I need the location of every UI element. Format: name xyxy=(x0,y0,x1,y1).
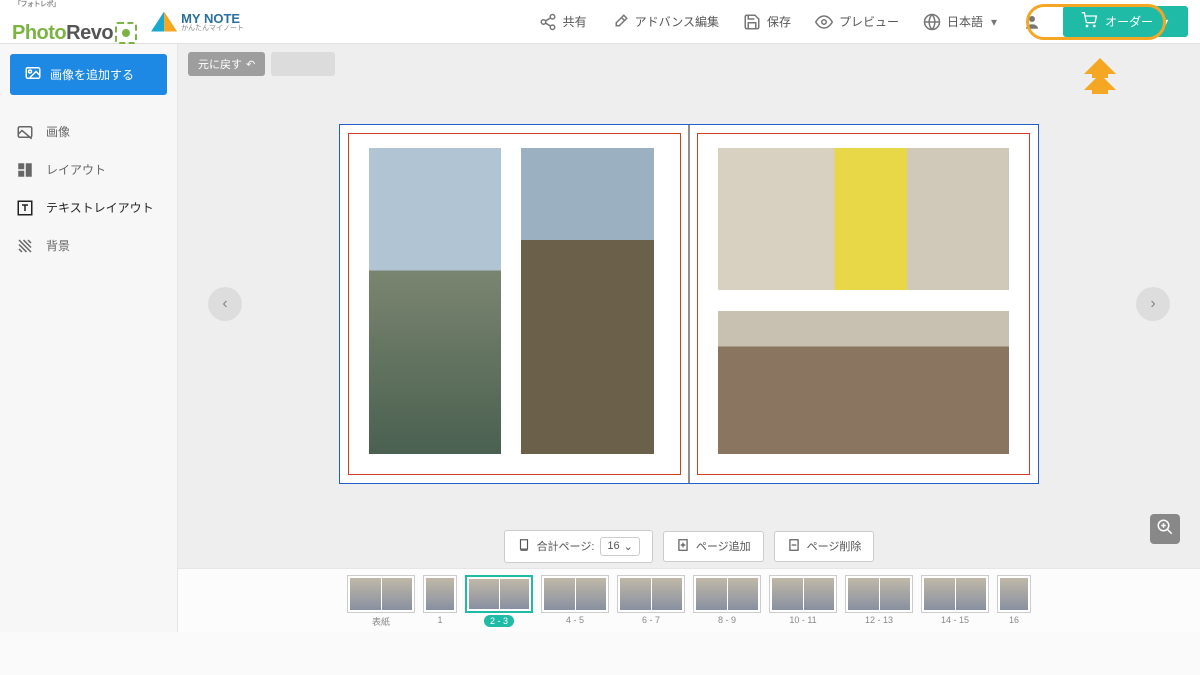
caret-down-icon: ▼ xyxy=(1161,17,1170,27)
thumbnail-label: 表紙 xyxy=(372,615,390,628)
photo-slot[interactable] xyxy=(718,311,1009,454)
add-page-button[interactable]: ページ追加 xyxy=(663,531,764,562)
chevron-down-icon: ▾ xyxy=(989,13,999,31)
page-spread[interactable] xyxy=(339,124,1039,484)
thumbnail[interactable]: 表紙 xyxy=(347,575,415,628)
camera-icon xyxy=(115,22,137,44)
header: 「フォトレボ」 PhotoRevo MY NOTE かんたんマイノート 共有 ア… xyxy=(0,0,1200,44)
thumbnail-label: 10 - 11 xyxy=(789,615,816,625)
thumbnail-label: 4 - 5 xyxy=(566,615,584,625)
user-icon xyxy=(1023,13,1041,31)
add-photo-icon xyxy=(24,64,42,85)
language-button[interactable]: 日本語 ▾ xyxy=(911,0,1011,44)
next-page-button[interactable]: › xyxy=(1136,287,1170,321)
right-page[interactable] xyxy=(697,133,1030,475)
share-button[interactable]: 共有 xyxy=(527,0,599,44)
thumbnail-label: 16 xyxy=(1009,615,1019,625)
main: 画像を追加する 画像 レイアウト テキストレイアウト 背景 元に戻す ↶ xyxy=(0,44,1200,632)
thumbnail[interactable]: 14 - 15 xyxy=(921,575,989,625)
layout-icon xyxy=(16,161,34,179)
thumbnail[interactable]: 8 - 9 xyxy=(693,575,761,625)
thumbnail-image xyxy=(423,575,457,613)
thumbnail-label: 8 - 9 xyxy=(718,615,736,625)
mynote-logo[interactable]: MY NOTE かんたんマイノート xyxy=(151,12,244,32)
chevron-down-icon: ⌄ xyxy=(624,540,633,553)
thumbnail-image xyxy=(347,575,415,613)
thumbnail-label: 12 - 13 xyxy=(865,615,893,625)
pages-icon xyxy=(517,538,531,555)
advanced-edit-button[interactable]: アドバンス編集 xyxy=(599,0,731,44)
zoom-in-icon xyxy=(1156,518,1174,541)
image-icon xyxy=(16,123,34,141)
total-pages-control[interactable]: 合計ページ: 16 ⌄ xyxy=(504,530,653,563)
background-icon xyxy=(16,237,34,255)
sidebar-item-layout[interactable]: レイアウト xyxy=(10,151,167,189)
canvas-wrap: ‹ › xyxy=(178,84,1200,524)
page-count-select[interactable]: 16 ⌄ xyxy=(600,537,639,556)
thumbnail-image xyxy=(997,575,1031,613)
prev-page-button[interactable]: ‹ xyxy=(208,287,242,321)
thumbnail[interactable]: 4 - 5 xyxy=(541,575,609,625)
book-icon xyxy=(151,12,177,32)
sidebar-item-background[interactable]: 背景 xyxy=(10,227,167,265)
thumbnail-image xyxy=(465,575,533,613)
thumbnail[interactable]: 16 xyxy=(997,575,1031,625)
thumbnail-label: 14 - 15 xyxy=(941,615,969,625)
thumbnail-label: 1 xyxy=(437,615,442,625)
left-page[interactable] xyxy=(348,133,681,475)
zoom-button[interactable] xyxy=(1150,514,1180,544)
redo-button[interactable] xyxy=(271,52,335,76)
thumbnail[interactable]: 12 - 13 xyxy=(845,575,913,625)
page-delete-icon xyxy=(787,538,801,555)
chevron-left-icon: ‹ xyxy=(222,295,227,313)
thumbnail[interactable]: 1 xyxy=(423,575,457,625)
edit-external-icon xyxy=(611,13,629,31)
undo-button[interactable]: 元に戻す ↶ xyxy=(188,52,265,76)
sidebar-item-text-layout[interactable]: テキストレイアウト xyxy=(10,189,167,227)
globe-icon xyxy=(923,13,941,31)
sidebar-item-images[interactable]: 画像 xyxy=(10,113,167,151)
preview-button[interactable]: プレビュー xyxy=(803,0,911,44)
sidebar: 画像を追加する 画像 レイアウト テキストレイアウト 背景 xyxy=(0,44,178,632)
thumbnail-image xyxy=(769,575,837,613)
thumbnail[interactable]: 2 - 3 xyxy=(465,575,533,627)
cart-icon xyxy=(1081,12,1097,31)
order-button[interactable]: オーダー ▼ xyxy=(1063,6,1188,37)
photo-slot[interactable] xyxy=(521,148,653,454)
thumbnail-image xyxy=(617,575,685,613)
eye-icon xyxy=(815,13,833,31)
canvas-area: 元に戻す ↶ ‹ › xyxy=(178,44,1200,632)
save-icon xyxy=(743,13,761,31)
thumbnail[interactable]: 6 - 7 xyxy=(617,575,685,625)
photorevo-logo[interactable]: 「フォトレボ」 PhotoRevo xyxy=(12,0,137,45)
thumbnail-image xyxy=(541,575,609,613)
thumbnail[interactable]: 10 - 11 xyxy=(769,575,837,625)
chevron-right-icon: › xyxy=(1150,295,1155,313)
thumbnail-strip: 表紙 1 2 - 3 4 - 5 6 - 7 8 - 9 10 - 11 12 - 13 14 … xyxy=(178,568,1200,632)
thumbnail-image xyxy=(693,575,761,613)
page-controls: 合計ページ: 16 ⌄ ページ追加 ページ削除 xyxy=(178,524,1200,568)
text-icon xyxy=(16,199,34,217)
user-button[interactable] xyxy=(1011,0,1053,44)
canvas-toolbar: 元に戻す ↶ xyxy=(178,44,1200,84)
photo-slot[interactable] xyxy=(718,148,1009,291)
thumbnail-image xyxy=(921,575,989,613)
page-add-icon xyxy=(676,538,690,555)
redo-icon xyxy=(281,56,325,72)
thumbnail-label: 6 - 7 xyxy=(642,615,660,625)
share-icon xyxy=(539,13,557,31)
delete-page-button[interactable]: ページ削除 xyxy=(774,531,875,562)
thumbnail-image xyxy=(845,575,913,613)
save-button[interactable]: 保存 xyxy=(731,0,803,44)
undo-icon: ↶ xyxy=(246,58,255,71)
add-image-button[interactable]: 画像を追加する xyxy=(10,54,167,95)
thumbnail-label: 2 - 3 xyxy=(484,615,514,627)
photo-slot[interactable] xyxy=(369,148,501,454)
